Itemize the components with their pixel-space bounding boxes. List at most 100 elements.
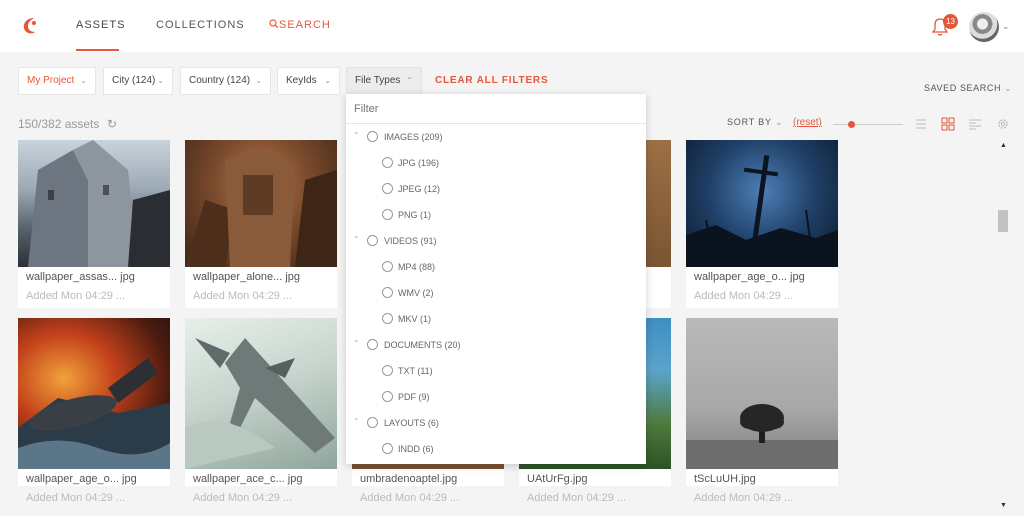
asset-card[interactable]: wallpaper_assas... jpg Added Mon 04:29 .…: [18, 140, 170, 308]
file-types-dropdown: ⌃ IMAGES (209) JPG (196) JPEG (12) PNG (…: [346, 94, 646, 464]
chevron-down-icon: ⌄: [774, 117, 784, 127]
radio-button[interactable]: [367, 417, 378, 428]
filter-file-types[interactable]: File Types ⌃: [346, 67, 422, 95]
avatar[interactable]: [969, 12, 999, 42]
filter-country-label: Country (124): [189, 75, 251, 86]
asset-thumbnail[interactable]: [18, 140, 170, 267]
filter-project-label: My Project: [27, 75, 75, 86]
filter-city-label: City (124): [112, 75, 156, 86]
option-label: JPG (196): [398, 158, 440, 168]
radio-button[interactable]: [382, 183, 393, 194]
chevron-up-icon[interactable]: ⌃: [353, 339, 360, 348]
asset-filename: umbradenoaptel.jpg: [360, 473, 458, 485]
option-indd[interactable]: INDD (6): [346, 436, 646, 462]
detail-view-icon[interactable]: [968, 117, 982, 131]
radio-button[interactable]: [382, 313, 393, 324]
asset-thumbnail[interactable]: [686, 318, 838, 469]
asset-card[interactable]: wallpaper_age_o... jpg Added Mon 04:29 .…: [18, 318, 170, 504]
nav-collections[interactable]: COLLECTIONS: [156, 19, 245, 31]
sort-by-dropdown[interactable]: SORT BY ⌄: [727, 117, 783, 128]
asset-card[interactable]: wallpaper_ace_c... jpg Added Mon 04:29 .…: [185, 318, 337, 504]
radio-button[interactable]: [382, 209, 393, 220]
nav-search-label: SEARCH: [279, 19, 331, 31]
option-label: PDF (9): [398, 392, 430, 402]
option-txt[interactable]: TXT (11): [346, 358, 646, 384]
radio-button[interactable]: [382, 365, 393, 376]
chevron-down-icon: ⌄: [80, 76, 87, 85]
asset-thumbnail[interactable]: [686, 140, 838, 267]
radio-button[interactable]: [382, 261, 393, 272]
option-label: PNG (1): [398, 210, 432, 220]
asset-card[interactable]: tScLuUH.jpg Added Mon 04:29 ...: [686, 318, 838, 504]
asset-filename: wallpaper_age_o... jpg: [26, 473, 137, 485]
chevron-up-icon[interactable]: ⌃: [353, 131, 360, 140]
chevron-up-icon[interactable]: ⌃: [353, 235, 360, 244]
dropdown-filter-input[interactable]: [354, 100, 634, 118]
asset-added-date: Added Mon 04:29 ...: [527, 492, 627, 504]
option-png[interactable]: PNG (1): [346, 202, 646, 228]
option-label: JPEG (12): [398, 184, 441, 194]
group-layouts[interactable]: ⌃ LAYOUTS (6): [346, 410, 646, 436]
option-label: MP4 (88): [398, 262, 436, 272]
chevron-down-icon[interactable]: ⌄: [1002, 21, 1010, 32]
sort-by-label: SORT BY: [727, 117, 772, 127]
top-navigation: ASSETS COLLECTIONS SEARCH 13 ⌄: [0, 0, 1024, 52]
reset-sort-link[interactable]: (reset): [793, 117, 822, 128]
filter-project[interactable]: My Project ⌄: [18, 67, 96, 95]
radio-button[interactable]: [382, 391, 393, 402]
filter-keyids-label: KeyIds: [286, 75, 317, 86]
saved-search-dropdown[interactable]: SAVED SEARCH ⌄: [924, 83, 1012, 94]
clear-all-filters-button[interactable]: CLEAR ALL FILTERS: [435, 75, 548, 86]
group-images[interactable]: ⌃ IMAGES (209): [346, 124, 646, 150]
asset-filename: wallpaper_ace_c... jpg: [193, 473, 303, 485]
radio-button[interactable]: [367, 235, 378, 246]
gear-icon[interactable]: [996, 117, 1010, 131]
refresh-icon[interactable]: ↻: [107, 117, 117, 131]
option-jpeg[interactable]: JPEG (12): [346, 176, 646, 202]
option-mkv[interactable]: MKV (1): [346, 306, 646, 332]
list-view-icon[interactable]: [914, 117, 928, 131]
option-pdf[interactable]: PDF (9): [346, 384, 646, 410]
app-logo[interactable]: [20, 15, 42, 37]
option-wmv[interactable]: WMV (2): [346, 280, 646, 306]
filter-country[interactable]: Country (124) ⌄: [180, 67, 271, 95]
slider-handle[interactable]: [848, 121, 855, 128]
chevron-up-icon[interactable]: ⌃: [353, 417, 360, 426]
scroll-down-icon[interactable]: ▼: [1000, 502, 1007, 509]
option-label: TXT (11): [398, 366, 433, 376]
radio-button[interactable]: [367, 131, 378, 142]
asset-card[interactable]: wallpaper_alone... jpg Added Mon 04:29 .…: [185, 140, 337, 308]
scrollbar-thumb[interactable]: [998, 210, 1008, 232]
radio-button[interactable]: [382, 157, 393, 168]
chevron-down-icon: ⌄: [157, 76, 164, 85]
nav-active-indicator: [76, 49, 119, 51]
group-videos[interactable]: ⌃ VIDEOS (91): [346, 228, 646, 254]
thumbnail-size-slider[interactable]: [833, 124, 903, 125]
asset-thumbnail[interactable]: [185, 140, 337, 267]
asset-added-date: Added Mon 04:29 ...: [193, 492, 293, 504]
asset-thumbnail[interactable]: [185, 318, 337, 469]
chevron-down-icon: ⌄: [324, 76, 331, 85]
option-mp4[interactable]: MP4 (88): [346, 254, 646, 280]
radio-button[interactable]: [382, 443, 393, 454]
asset-thumbnail[interactable]: [18, 318, 170, 469]
chevron-up-icon: ⌃: [406, 76, 413, 85]
option-label: INDD (6): [398, 444, 434, 454]
radio-button[interactable]: [382, 287, 393, 298]
group-label: DOCUMENTS (20): [384, 340, 461, 350]
search-icon: [269, 19, 279, 29]
filter-city[interactable]: City (124) ⌄: [103, 67, 173, 95]
chevron-down-icon: ⌄: [255, 76, 262, 85]
radio-button[interactable]: [367, 339, 378, 350]
group-documents[interactable]: ⌃ DOCUMENTS (20): [346, 332, 646, 358]
option-jpg[interactable]: JPG (196): [346, 150, 646, 176]
scroll-up-icon[interactable]: ▲: [1000, 142, 1007, 149]
grid-view-icon[interactable]: [941, 117, 955, 131]
saved-search-label: SAVED SEARCH: [924, 83, 1002, 93]
nav-search[interactable]: SEARCH: [269, 19, 331, 31]
chevron-down-icon: ⌄: [1004, 83, 1013, 93]
nav-assets[interactable]: ASSETS: [76, 19, 125, 31]
scrollbar[interactable]: [996, 140, 1010, 516]
filter-keyids[interactable]: KeyIds ⌄: [277, 67, 340, 95]
asset-card[interactable]: wallpaper_age_o... jpg Added Mon 04:29 .…: [686, 140, 838, 308]
